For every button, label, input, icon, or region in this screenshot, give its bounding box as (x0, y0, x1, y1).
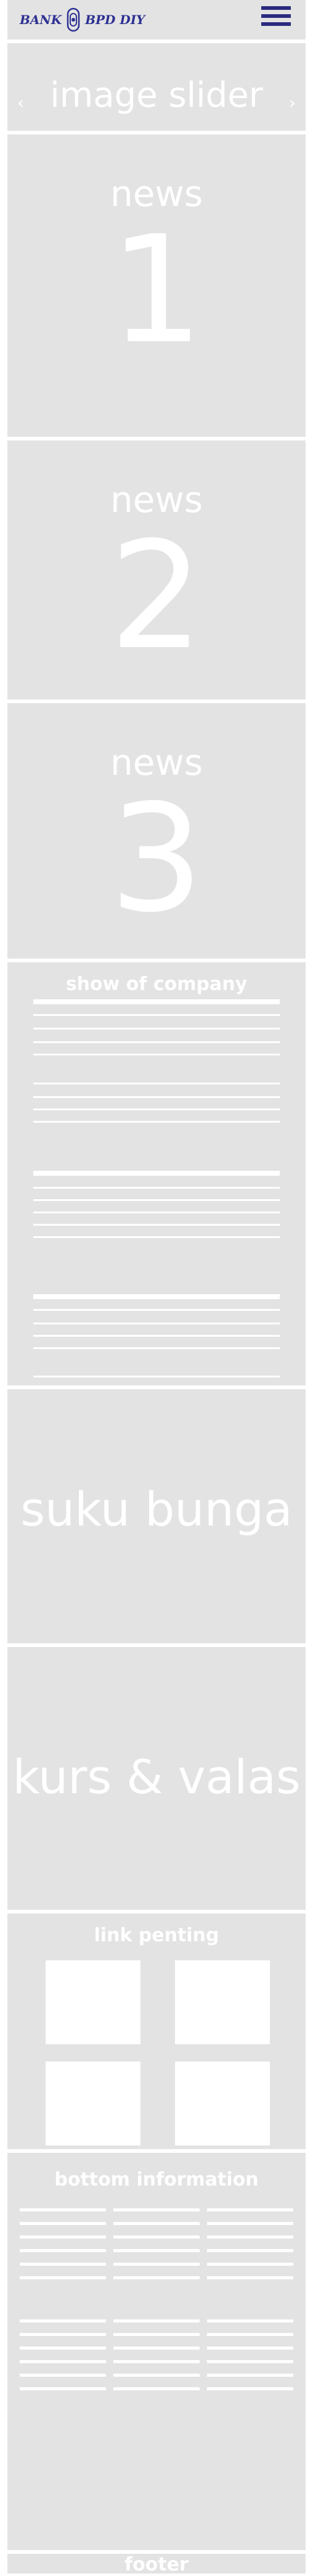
hamburger-menu-icon[interactable] (261, 6, 291, 33)
placeholder-text-line (33, 1041, 280, 1043)
placeholder-text-line (207, 2263, 293, 2266)
placeholder-text-line (113, 2374, 200, 2377)
link-penting-title: link penting (94, 1925, 219, 1946)
slider-next-icon[interactable]: › (289, 93, 296, 113)
placeholder-text-line (207, 2208, 293, 2211)
news-card-2[interactable]: news 2 (7, 440, 306, 700)
placeholder-text-line (113, 2249, 200, 2252)
placeholder-text-line (113, 2360, 200, 2363)
image-slider[interactable]: ‹ image slider › (7, 43, 306, 131)
placeholder-text-line (33, 1347, 280, 1349)
placeholder-text-line (20, 2360, 106, 2363)
placeholder-text-line (33, 1309, 280, 1311)
placeholder-text-line (20, 2333, 106, 2336)
placeholder-text-line (113, 2222, 200, 2225)
news-card-3[interactable]: news 3 (7, 703, 306, 959)
placeholder-text-line (20, 2347, 106, 2350)
placeholder-text-line (33, 1376, 280, 1377)
news-number: 1 (109, 204, 204, 376)
company-title: show of company (65, 973, 248, 995)
placeholder-text-line (113, 2208, 200, 2211)
header-bar: BANK BPD DIY (7, 0, 306, 39)
placeholder-text-line (113, 2235, 200, 2239)
placeholder-text-line (20, 2319, 106, 2322)
placeholder-text-line (33, 1171, 280, 1176)
placeholder-text-line (33, 1108, 280, 1110)
placeholder-text-line (20, 2374, 106, 2377)
bottom-information-section: bottom information (7, 2153, 306, 2550)
placeholder-text-line (207, 2387, 293, 2390)
placeholder-text-line (33, 1199, 280, 1201)
placeholder-text-line (20, 2263, 106, 2266)
link-tile[interactable] (175, 1960, 270, 2044)
placeholder-text-line (207, 2374, 293, 2377)
placeholder-text-line (207, 2319, 293, 2322)
suku-bunga-title: suku bunga (20, 1482, 293, 1537)
placeholder-text-line (207, 2347, 293, 2350)
placeholder-text-line (33, 1028, 280, 1030)
placeholder-text-line (207, 2276, 293, 2279)
news-number: 2 (109, 510, 204, 682)
placeholder-text-line (33, 1083, 280, 1084)
placeholder-text-line (33, 1323, 280, 1324)
placeholder-text-line (207, 2249, 293, 2252)
company-section: show of company (7, 962, 306, 1426)
bank-logo[interactable]: BANK BPD DIY (20, 7, 145, 32)
placeholder-text-line (33, 1054, 280, 1055)
placeholder-text-line (113, 2319, 200, 2322)
placeholder-text-line (33, 1014, 280, 1016)
link-penting-section: link penting (7, 1913, 306, 2149)
bank-seal-icon (67, 7, 80, 32)
placeholder-text-line (113, 2387, 200, 2390)
news-number: 3 (109, 772, 204, 945)
placeholder-text-line (113, 2333, 200, 2336)
suku-bunga-section[interactable]: suku bunga (7, 1389, 306, 1643)
placeholder-text-line (113, 2263, 200, 2266)
link-tile[interactable] (175, 2062, 270, 2145)
placeholder-text-line (33, 1121, 280, 1123)
placeholder-text-line (207, 2333, 293, 2336)
placeholder-text-line (113, 2347, 200, 2350)
placeholder-text-line (20, 2235, 106, 2239)
placeholder-text-line (20, 2276, 106, 2279)
kurs-valas-section[interactable]: kurs & valas (7, 1647, 306, 1910)
placeholder-text-line (33, 1335, 280, 1337)
placeholder-text-line (33, 1236, 280, 1238)
footer: footer (7, 2554, 306, 2575)
placeholder-text-line (33, 999, 280, 1004)
placeholder-text-line (207, 2222, 293, 2225)
placeholder-text-line (207, 2360, 293, 2363)
link-tile[interactable] (46, 1960, 140, 2044)
placeholder-text-line (33, 1224, 280, 1226)
kurs-valas-title: kurs & valas (12, 1749, 301, 1804)
logo-text-bpd-diy: BPD DIY (85, 12, 145, 27)
placeholder-text-line (33, 1212, 280, 1213)
link-tile[interactable] (46, 2062, 140, 2145)
placeholder-text-line (33, 1096, 280, 1098)
placeholder-text-line (207, 2235, 293, 2239)
placeholder-text-line (20, 2208, 106, 2211)
placeholder-text-line (20, 2249, 106, 2252)
placeholder-text-line (20, 2387, 106, 2390)
placeholder-text-line (20, 2222, 106, 2225)
news-card-1[interactable]: news 1 (7, 134, 306, 437)
placeholder-text-line (33, 1294, 280, 1299)
placeholder-text-line (113, 2276, 200, 2279)
logo-text-bank: BANK (20, 12, 62, 27)
slider-title: image slider (50, 75, 263, 115)
placeholder-text-line (33, 1187, 280, 1189)
bottom-information-title: bottom information (54, 2169, 259, 2190)
